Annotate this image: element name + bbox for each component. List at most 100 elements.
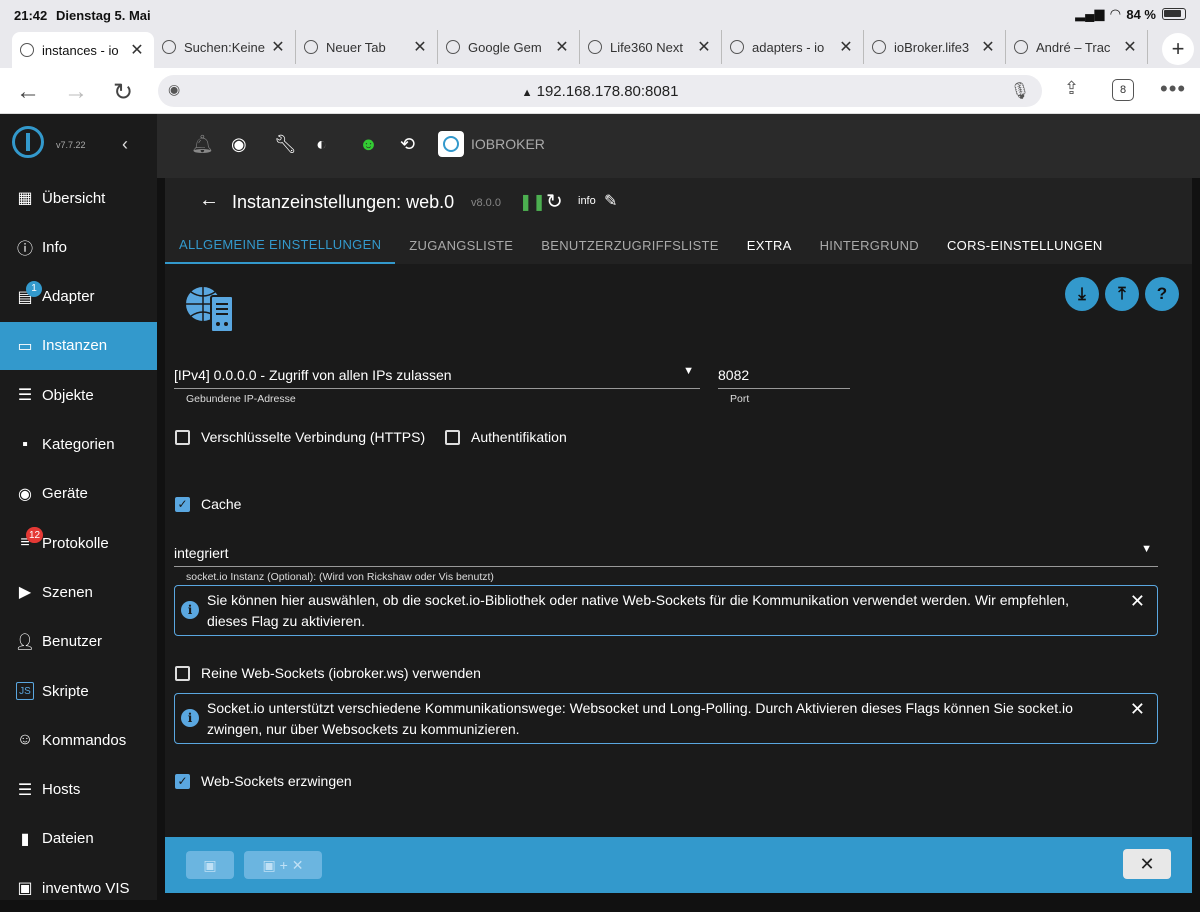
share-icon[interactable]: ⇪ [1064,78,1079,99]
page-title: Instanzeinstellungen: web.0 [232,192,455,212]
eye-icon[interactable]: ◉ [231,134,247,155]
theme-icon[interactable]: ◐ [316,134,327,155]
sidebar-item[interactable]: ◉ Geräte [0,470,157,518]
dropdown-arrow-icon: ▼ [1141,543,1152,555]
settings-tab[interactable]: BENUTZERZUGRIFFSLISTE [527,226,732,264]
sidebar-item[interactable]: ☰ Hosts [0,766,157,814]
close-icon[interactable]: ✕ [553,37,571,57]
browser-tab[interactable]: adapters - io ✕ [722,30,864,64]
close-icon[interactable]: ✕ [411,37,429,57]
more-icon[interactable]: ••• [1160,76,1186,102]
tab-count-button[interactable]: 8 [1112,79,1134,101]
reload-icon[interactable]: ↻ [113,78,133,107]
settings-tab[interactable]: ALLGEMEINE EINSTELLUNGEN [165,226,396,264]
sidebar-item[interactable]: JS Skripte [0,667,157,715]
cache-checkbox[interactable]: ✓ Cache [175,496,241,512]
close-icon[interactable]: ✕ [979,37,997,57]
info-label[interactable]: info [578,195,596,207]
back-arrow-icon[interactable]: ← [16,78,40,106]
sidebar-item[interactable]: ▪ Kategorien [0,421,157,469]
port-label: Port [730,393,750,405]
sidebar-item[interactable]: ▦ Übersicht [0,174,157,222]
help-icon[interactable]: ? [1145,277,1179,311]
upload-icon[interactable]: ⤒ [1105,277,1139,311]
expert-mode-icon[interactable]: ☻ [359,134,378,155]
ip-address-select[interactable]: [IPv4] 0.0.0.0 - Zugriff von allen IPs z… [174,359,700,389]
browser-tab-bar: instances - io ✕ Suchen:Keine ✕ Neuer Tab ✕ Go… [0,30,1200,68]
sidebar-item-label: Hosts [42,781,81,799]
close-icon[interactable]: ✕ [1121,37,1139,57]
sidebar-item[interactable]: ▶ Szenen [0,568,157,616]
sidebar-item[interactable]: ⓘ Info [0,223,157,271]
socketio-select[interactable]: integriert ▼ [174,537,1158,567]
cache-label: Cache [201,496,242,512]
collapse-chevron-icon[interactable]: ‹ [122,134,128,155]
save-footer: ▣ ▣ + ✕ ✕ [165,837,1192,893]
browser-tab[interactable]: André – Trac ✕ [1006,30,1148,64]
tab-favicon-icon [446,40,460,54]
wrench-icon[interactable]: 🔧︎ [274,134,297,155]
download-icon[interactable]: ⤓ [1065,277,1099,311]
auth-label: Authentifikation [471,429,567,445]
pause-icon[interactable]: ❚❚ [519,192,546,212]
address-bar[interactable]: ◉ ▲ 192.168.178.80:8081 🎙 [158,75,1042,107]
settings-tab[interactable]: HINTERGRUND [806,226,933,264]
sidebar-item[interactable]: ▤ Adapter 1 [0,273,157,321]
sidebar-item-label: Szenen [42,583,93,601]
port-input[interactable]: 8082 [718,359,850,389]
save-icon[interactable]: ▣ [186,851,234,879]
auth-checkbox[interactable]: Authentifikation [445,429,567,445]
sync-off-icon[interactable]: ⟲ [400,134,415,155]
close-button[interactable]: ✕ [1123,849,1171,879]
sidebar-item[interactable]: ▭ Instanzen [0,321,157,370]
close-icon[interactable]: ✕ [1130,591,1145,612]
save-close-icon[interactable]: ▣ + ✕ [244,851,322,879]
browser-tab[interactable]: ioBroker.life3 ✕ [864,30,1006,64]
close-icon[interactable]: ✕ [837,37,855,57]
settings-tabs: ALLGEMEINE EINSTELLUNGEN ZUGANGSLISTE BENU… [165,226,1192,264]
close-icon[interactable]: ✕ [269,37,287,57]
sidebar-item[interactable]: 👤︎ Benutzer [0,618,157,666]
microphone-icon[interactable]: 🎙 [1010,81,1030,101]
pencil-icon[interactable]: ✎ [604,191,617,211]
sidebar-item[interactable]: ☺ Kommandos [0,716,157,764]
force-websockets-checkbox[interactable]: ✓ Web-Sockets erzwingen [175,773,352,789]
settings-tab[interactable]: ZUGANGSLISTE [395,226,527,264]
warning-icon: ▲ [521,87,533,99]
pure-websockets-checkbox[interactable]: Reine Web-Sockets (iobroker.ws) verwende… [175,665,481,681]
checkbox-unchecked[interactable] [175,665,190,681]
close-icon[interactable]: ✕ [695,37,713,57]
check-icon[interactable]: ✓ [175,496,190,512]
sidebar-item-label: Info [42,238,68,256]
close-icon[interactable]: ✕ [128,40,146,60]
browser-tab[interactable]: Life360 Next ✕ [580,30,722,64]
browser-tab[interactable]: Google Gem ✕ [438,30,580,64]
browser-tab[interactable]: instances - io ✕ [12,32,154,68]
new-tab-button[interactable]: + [1162,33,1194,65]
adapter-version: v8.0.0 [471,197,501,209]
sidebar-item[interactable]: ▮ Dateien [0,815,157,863]
browser-tab[interactable]: Suchen:Keine ✕ [154,30,296,64]
browser-tab-label: André – Trac [1036,39,1111,55]
sidebar-item[interactable]: ≡ Protokolle 12 [0,519,157,567]
sidebar-item[interactable]: ☰ Objekte [0,371,157,419]
sidebar-item-label: Geräte [42,485,88,503]
settings-tab[interactable]: EXTRA [733,226,806,264]
back-arrow-icon[interactable]: ← [199,189,219,212]
settings-tab[interactable]: CORS-EINSTELLUNGEN [933,226,1117,264]
dropdown-arrow-icon: ▼ [683,365,694,377]
check-icon[interactable]: ✓ [175,773,190,789]
notification-badge: 12 [26,527,44,544]
browser-tab-label: Google Gem [468,39,542,55]
socketio-label: socket.io Instanz (Optional): (Wird von … [186,571,494,583]
browser-tab[interactable]: Neuer Tab ✕ [296,30,438,64]
sidebar-item[interactable]: ▣ inventwo VIS [0,864,157,912]
forward-arrow-icon[interactable]: → [64,78,88,106]
instances-icon: ▭ [17,337,33,355]
https-checkbox[interactable]: Verschlüsselte Verbindung (HTTPS) [175,429,425,445]
checkbox-unchecked[interactable] [175,429,190,445]
bell-icon[interactable]: 🔔︎ [191,134,214,155]
checkbox-unchecked[interactable] [445,429,460,445]
close-icon[interactable]: ✕ [1130,699,1145,720]
reload-icon[interactable]: ↻ [546,189,563,214]
